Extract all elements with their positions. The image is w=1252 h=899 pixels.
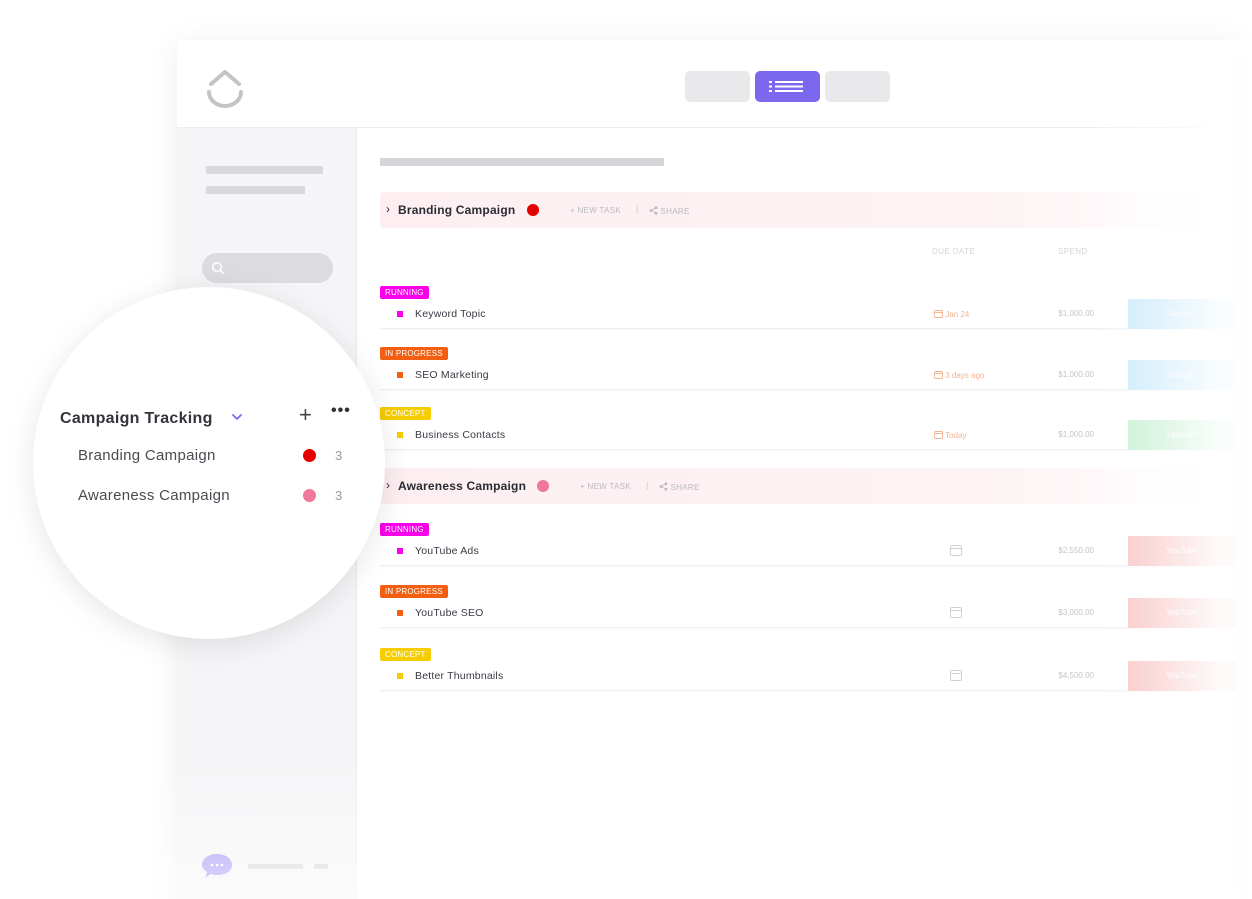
spend-value: $1,000.00 [1058, 430, 1094, 439]
chevron-down-icon[interactable] [231, 412, 243, 422]
share-label: SHARE [660, 207, 690, 216]
main-content: › Branding Campaign + NEW TASK | SHARE D… [358, 128, 1238, 899]
group-header-branding[interactable]: › Branding Campaign + NEW TASK | SHARE [380, 192, 1230, 228]
chat-placeholder-line [314, 864, 328, 869]
task-row[interactable]: YouTube SEO $3,000.00 YouTube [380, 598, 1236, 628]
zoom-callout: Campaign Tracking + ••• Branding Campaig… [33, 287, 385, 639]
due-date-text: 3 days ago [945, 371, 985, 380]
page-title-placeholder [380, 158, 664, 166]
group-name: Awareness Campaign [398, 479, 527, 493]
calendar-icon [934, 371, 943, 379]
channel-tag[interactable]: YouTube [1128, 661, 1236, 691]
status-badge: IN PROGRESS [380, 585, 448, 598]
spend-value: $1,000.00 [1058, 309, 1094, 318]
search-icon [211, 261, 225, 275]
share-button[interactable]: SHARE [649, 206, 690, 216]
chat-bubble-icon[interactable] [201, 852, 235, 880]
plus-icon[interactable]: + [299, 404, 312, 426]
chevron-right-icon[interactable]: › [386, 202, 390, 216]
share-icon [659, 482, 668, 491]
channel-tag[interactable]: LinkedIn [1128, 420, 1236, 450]
status-square-icon [397, 673, 403, 679]
column-header-spend: SPEND [1058, 247, 1088, 256]
spend-value: $1,000.00 [1058, 370, 1094, 379]
calendar-icon[interactable] [950, 544, 962, 556]
status-badge: RUNNING [380, 286, 429, 299]
list-color-dot [303, 449, 316, 462]
view-button-3[interactable] [825, 71, 890, 102]
view-button-1[interactable] [685, 71, 750, 102]
task-name[interactable]: Keyword Topic [415, 308, 486, 320]
more-icon[interactable]: ••• [331, 402, 351, 420]
new-task-button[interactable]: + NEW TASK [580, 482, 631, 491]
task-name[interactable]: Better Thumbnails [415, 670, 503, 682]
spend-value: $3,000.00 [1058, 608, 1094, 617]
spend-value: $4,500.00 [1058, 671, 1094, 680]
status-square-icon [397, 610, 403, 616]
status-square-icon [397, 548, 403, 554]
sidebar-placeholder-line [206, 166, 323, 174]
list-item-branding[interactable]: Branding Campaign [78, 447, 216, 464]
task-row[interactable]: Keyword Topic Jan 24 $1,000.00 Google [380, 299, 1236, 329]
list-view-icon [769, 81, 803, 92]
channel-tag[interactable]: Google [1128, 360, 1236, 390]
new-task-button[interactable]: + NEW TASK [570, 206, 621, 215]
share-button[interactable]: SHARE [659, 482, 700, 492]
divider: | [646, 480, 649, 490]
search-input[interactable] [202, 253, 333, 283]
status-square-icon [397, 311, 403, 317]
share-label: SHARE [670, 483, 700, 492]
divider: | [636, 204, 639, 214]
chat-area [201, 852, 328, 885]
task-row[interactable]: Business Contacts Today $1,000.00 Linked… [380, 420, 1236, 450]
status-badge: RUNNING [380, 523, 429, 536]
task-count: 3 [335, 448, 343, 463]
chevron-right-icon[interactable]: › [386, 478, 390, 492]
clickup-logo-icon [207, 70, 243, 108]
channel-tag[interactable]: Google [1128, 299, 1236, 329]
list-view-button[interactable] [755, 71, 820, 102]
group-header-awareness[interactable]: › Awareness Campaign + NEW TASK | SHARE [380, 468, 1230, 504]
task-name[interactable]: SEO Marketing [415, 369, 489, 381]
group-color-dot [527, 204, 539, 216]
list-item-awareness[interactable]: Awareness Campaign [78, 487, 230, 504]
task-row[interactable]: SEO Marketing 3 days ago $1,000.00 Googl… [380, 360, 1236, 390]
task-name[interactable]: YouTube SEO [415, 607, 484, 619]
top-bar [177, 40, 1237, 128]
list-color-dot [303, 489, 316, 502]
task-row[interactable]: Better Thumbnails $4,500.00 YouTube [380, 661, 1236, 691]
due-date[interactable]: Jan 24 [934, 309, 969, 319]
spend-value: $2,550.00 [1058, 546, 1094, 555]
status-square-icon [397, 432, 403, 438]
due-date[interactable]: 3 days ago [934, 370, 984, 380]
group-color-dot [537, 480, 549, 492]
status-square-icon [397, 372, 403, 378]
due-date[interactable]: Today [934, 430, 966, 440]
channel-tag[interactable]: YouTube [1128, 536, 1236, 566]
due-date-text: Today [945, 431, 967, 440]
share-icon [649, 206, 658, 215]
space-title[interactable]: Campaign Tracking [60, 410, 213, 428]
chat-placeholder-line [248, 864, 303, 869]
task-name[interactable]: Business Contacts [415, 429, 505, 441]
calendar-icon [934, 310, 943, 318]
calendar-icon [934, 431, 943, 439]
sidebar-placeholder-line [206, 186, 305, 194]
calendar-icon[interactable] [950, 669, 962, 681]
due-date-text: Jan 24 [945, 310, 970, 319]
status-badge: CONCEPT [380, 648, 431, 661]
task-name[interactable]: YouTube Ads [415, 545, 479, 557]
status-badge: CONCEPT [380, 407, 431, 420]
task-row[interactable]: YouTube Ads $2,550.00 YouTube [380, 536, 1236, 566]
status-badge: IN PROGRESS [380, 347, 448, 360]
group-name: Branding Campaign [398, 203, 516, 217]
task-count: 3 [335, 488, 343, 503]
column-header-due-date: DUE DATE [932, 247, 976, 256]
channel-tag[interactable]: YouTube [1128, 598, 1236, 628]
calendar-icon[interactable] [950, 606, 962, 618]
